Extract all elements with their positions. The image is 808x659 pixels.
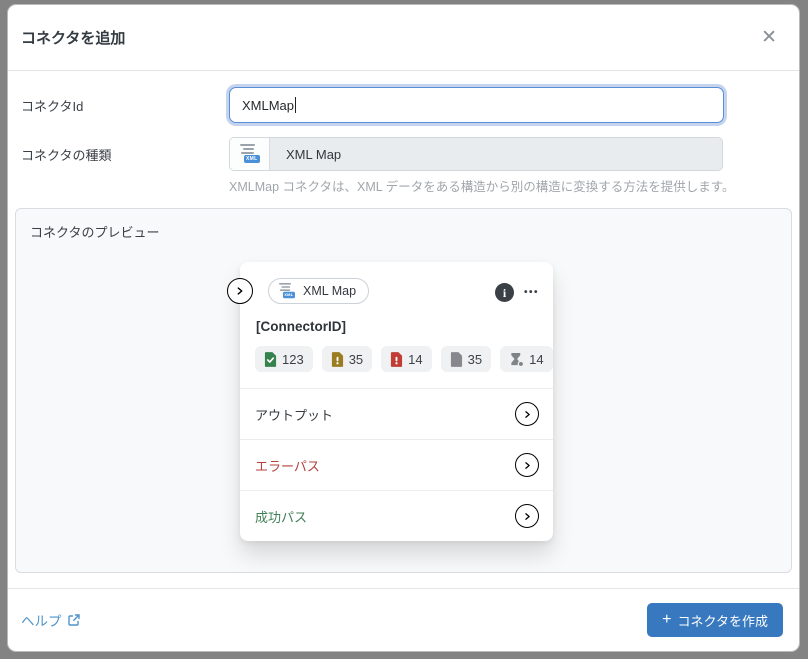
connector-id-input[interactable]: XMLMap [229, 87, 724, 123]
connector-type-description: XMLMap コネクタは、XML データをある構造から別の構造に変換する方法を提… [229, 176, 785, 195]
card-top: XML XML Map i ••• [ConnectorID] 12 [240, 262, 553, 388]
text-cursor [295, 97, 296, 113]
success-path-row[interactable]: 成功パス [240, 490, 553, 541]
error-path-open-button[interactable] [515, 453, 539, 477]
chevron-right-icon [521, 408, 534, 421]
output-row-label: アウトプット [255, 405, 333, 424]
success-path-open-button[interactable] [515, 504, 539, 528]
error-path-label: エラーパス [255, 456, 320, 475]
status-badge-pending: 14 [500, 346, 552, 372]
status-badge-success: 123 [255, 346, 313, 372]
hourglass-icon [509, 352, 524, 367]
error-path-row[interactable]: エラーパス [240, 439, 553, 490]
doc-success-icon [264, 352, 277, 367]
ellipsis-menu-icon[interactable]: ••• [524, 288, 539, 298]
plus-icon: + [662, 612, 671, 628]
status-badge-documents: 35 [441, 346, 491, 372]
connector-id-placeholder: [ConnectorID] [256, 319, 537, 334]
status-badges: 123 35 14 [255, 346, 537, 372]
dialog-title: コネクタを追加 [21, 27, 125, 48]
connector-type-label: コネクタの種類 [21, 145, 229, 164]
doc-error-icon [390, 352, 403, 367]
connector-type-chip[interactable]: XML XML Map [268, 278, 369, 304]
info-icon[interactable]: i [495, 283, 514, 302]
create-connector-label: コネクタを作成 [678, 611, 768, 630]
chevron-right-icon [521, 459, 534, 472]
status-badge-error: 14 [381, 346, 431, 372]
connector-preview-panel: コネクタのプレビュー XML XML Map [15, 208, 792, 573]
doc-warning-icon [331, 352, 344, 367]
form-section: コネクタId XMLMap コネクタの種類 XML XML Map XMLMap… [8, 71, 799, 195]
xml-map-icon: XML [240, 144, 260, 164]
dialog-header: コネクタを追加 ✕ [8, 5, 799, 71]
connector-type-value: XML Map [270, 147, 341, 162]
external-link-icon [67, 613, 81, 627]
add-connector-dialog: コネクタを追加 ✕ コネクタId XMLMap コネクタの種類 XML XML … [7, 4, 800, 652]
output-row[interactable]: アウトプット [240, 388, 553, 439]
connector-preview-card: XML XML Map i ••• [ConnectorID] 12 [240, 262, 553, 541]
chip-label: XML Map [303, 284, 356, 298]
chevron-right-icon [233, 284, 247, 298]
success-path-label: 成功パス [255, 507, 307, 526]
status-badge-warning: 35 [322, 346, 372, 372]
connector-id-value: XMLMap [242, 98, 294, 113]
preview-label: コネクタのプレビュー [30, 222, 159, 241]
chevron-right-icon [521, 510, 534, 523]
dialog-footer: ヘルプ + コネクタを作成 [8, 589, 799, 651]
help-link-label: ヘルプ [21, 610, 62, 630]
xml-map-icon: XML [279, 283, 295, 299]
output-open-button[interactable] [515, 402, 539, 426]
connector-type-field: XML XML Map [229, 137, 723, 171]
connector-id-label: コネクタId [21, 96, 229, 115]
create-connector-button[interactable]: + コネクタを作成 [647, 603, 783, 637]
connector-type-icon-box: XML [230, 138, 270, 170]
close-icon[interactable]: ✕ [757, 26, 781, 49]
expand-node-button[interactable] [227, 278, 253, 304]
doc-icon [450, 352, 463, 367]
help-link[interactable]: ヘルプ [21, 610, 81, 630]
